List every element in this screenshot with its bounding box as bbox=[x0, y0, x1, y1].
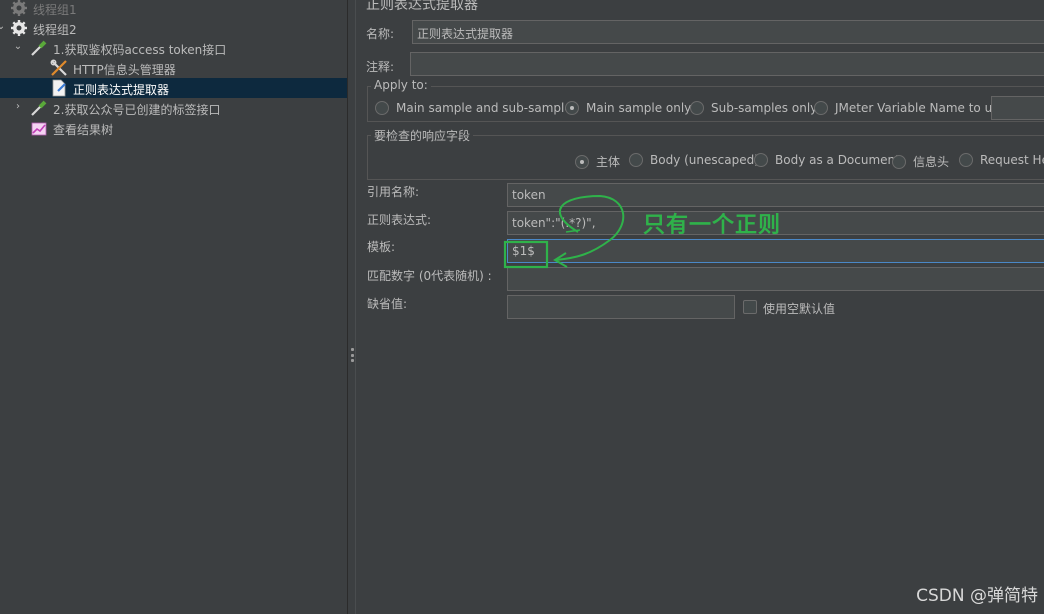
radio-circle-icon bbox=[814, 101, 828, 115]
radio-circle-icon bbox=[375, 101, 389, 115]
pipette-icon bbox=[31, 40, 47, 56]
radio-circle-icon bbox=[892, 154, 906, 169]
panel-splitter[interactable] bbox=[347, 0, 356, 614]
splitter-grip-icon bbox=[351, 348, 354, 362]
radio-jmeter-variable[interactable]: JMeter Variable Name to use bbox=[814, 101, 1006, 115]
radio-selected-icon bbox=[565, 101, 579, 115]
radio-circle-icon bbox=[959, 153, 973, 167]
document-icon bbox=[52, 79, 66, 97]
tree-item-label: HTTP信息头管理器 bbox=[73, 63, 176, 77]
radio-body[interactable]: 主体 bbox=[575, 153, 620, 170]
tree-item-label: 线程组2 bbox=[33, 23, 77, 37]
radio-circle-icon bbox=[629, 153, 643, 167]
pipette-icon bbox=[31, 100, 47, 116]
test-plan-tree: 线程组1 ⌄ 线程组2 ⌄ 1.获取鉴权码access token接口 HTTP… bbox=[0, 0, 347, 614]
tree-item-get-tags[interactable]: › 2.获取公众号已创建的标签接口 bbox=[0, 98, 347, 118]
tree-item-thread-group-2[interactable]: ⌄ 线程组2 bbox=[0, 18, 347, 38]
annotation-text: 只有一个正则 bbox=[643, 213, 782, 238]
wrench-icon bbox=[50, 59, 67, 76]
radio-body-as-document[interactable]: Body as a Document bbox=[754, 153, 900, 167]
tree-item-label: 2.获取公众号已创建的标签接口 bbox=[53, 103, 221, 117]
radio-circle-icon bbox=[754, 153, 768, 167]
panel-title: 正则表达式提取器 bbox=[366, 0, 478, 13]
radio-request-headers[interactable]: Request Hea bbox=[959, 153, 1044, 167]
template-label: 模板: bbox=[367, 240, 396, 254]
tree-item-regex-extractor[interactable]: 正则表达式提取器 bbox=[0, 78, 347, 98]
tree-item-thread-group-1[interactable]: 线程组1 bbox=[0, 0, 347, 18]
regex-label: 正则表达式: bbox=[367, 213, 432, 227]
template-input[interactable]: $1$ bbox=[507, 239, 1044, 263]
reference-name-label: 引用名称: bbox=[367, 185, 420, 199]
gear-icon bbox=[11, 0, 27, 16]
match-number-input[interactable] bbox=[507, 267, 1044, 291]
jmeter-variable-input[interactable] bbox=[991, 96, 1044, 120]
tree-item-label: 线程组1 bbox=[33, 3, 77, 17]
radio-main-and-sub[interactable]: Main sample and sub-samples bbox=[375, 101, 578, 115]
radio-body-unescaped[interactable]: Body (unescaped) bbox=[629, 153, 759, 167]
default-value-input[interactable] bbox=[507, 295, 735, 319]
comment-input[interactable] bbox=[410, 52, 1044, 76]
apply-to-legend: Apply to: bbox=[371, 78, 431, 92]
match-number-label: 匹配数字 (0代表随机) : bbox=[367, 269, 492, 283]
tree-item-label: 正则表达式提取器 bbox=[73, 83, 170, 97]
tree-item-label: 1.获取鉴权码access token接口 bbox=[53, 43, 227, 57]
tree-item-label: 查看结果树 bbox=[53, 123, 114, 137]
radio-circle-icon bbox=[690, 101, 704, 115]
chevron-down-icon[interactable]: ⌄ bbox=[13, 41, 23, 52]
radio-headers[interactable]: 信息头 bbox=[892, 153, 949, 170]
radio-sub-only[interactable]: Sub-samples only bbox=[690, 101, 817, 115]
response-field-legend: 要检查的响应字段 bbox=[371, 127, 474, 144]
reference-name-input[interactable]: token bbox=[507, 183, 1044, 207]
watermark: CSDN @弹简特 bbox=[916, 586, 1038, 606]
use-empty-default-checkbox[interactable] bbox=[743, 300, 757, 314]
name-label: 名称: bbox=[366, 27, 395, 41]
name-input[interactable]: 正则表达式提取器 bbox=[412, 20, 1044, 44]
tree-item-view-results-tree[interactable]: 查看结果树 bbox=[0, 118, 347, 138]
radio-main-only[interactable]: Main sample only bbox=[565, 101, 691, 115]
comment-label: 注释: bbox=[366, 60, 395, 74]
chart-icon bbox=[31, 122, 47, 136]
chevron-down-icon[interactable]: ⌄ bbox=[0, 21, 6, 32]
tree-item-http-header-manager[interactable]: HTTP信息头管理器 bbox=[0, 58, 347, 78]
chevron-right-icon[interactable]: › bbox=[13, 101, 23, 112]
default-value-label: 缺省值: bbox=[367, 297, 408, 311]
gear-icon bbox=[11, 20, 27, 36]
tree-item-get-access-token[interactable]: ⌄ 1.获取鉴权码access token接口 bbox=[0, 38, 347, 58]
use-empty-default-label: 使用空默认值 bbox=[763, 302, 836, 316]
regex-extractor-panel: 正则表达式提取器 名称: 正则表达式提取器 注释: Apply to: Main… bbox=[356, 0, 1044, 614]
radio-selected-icon bbox=[575, 154, 589, 169]
